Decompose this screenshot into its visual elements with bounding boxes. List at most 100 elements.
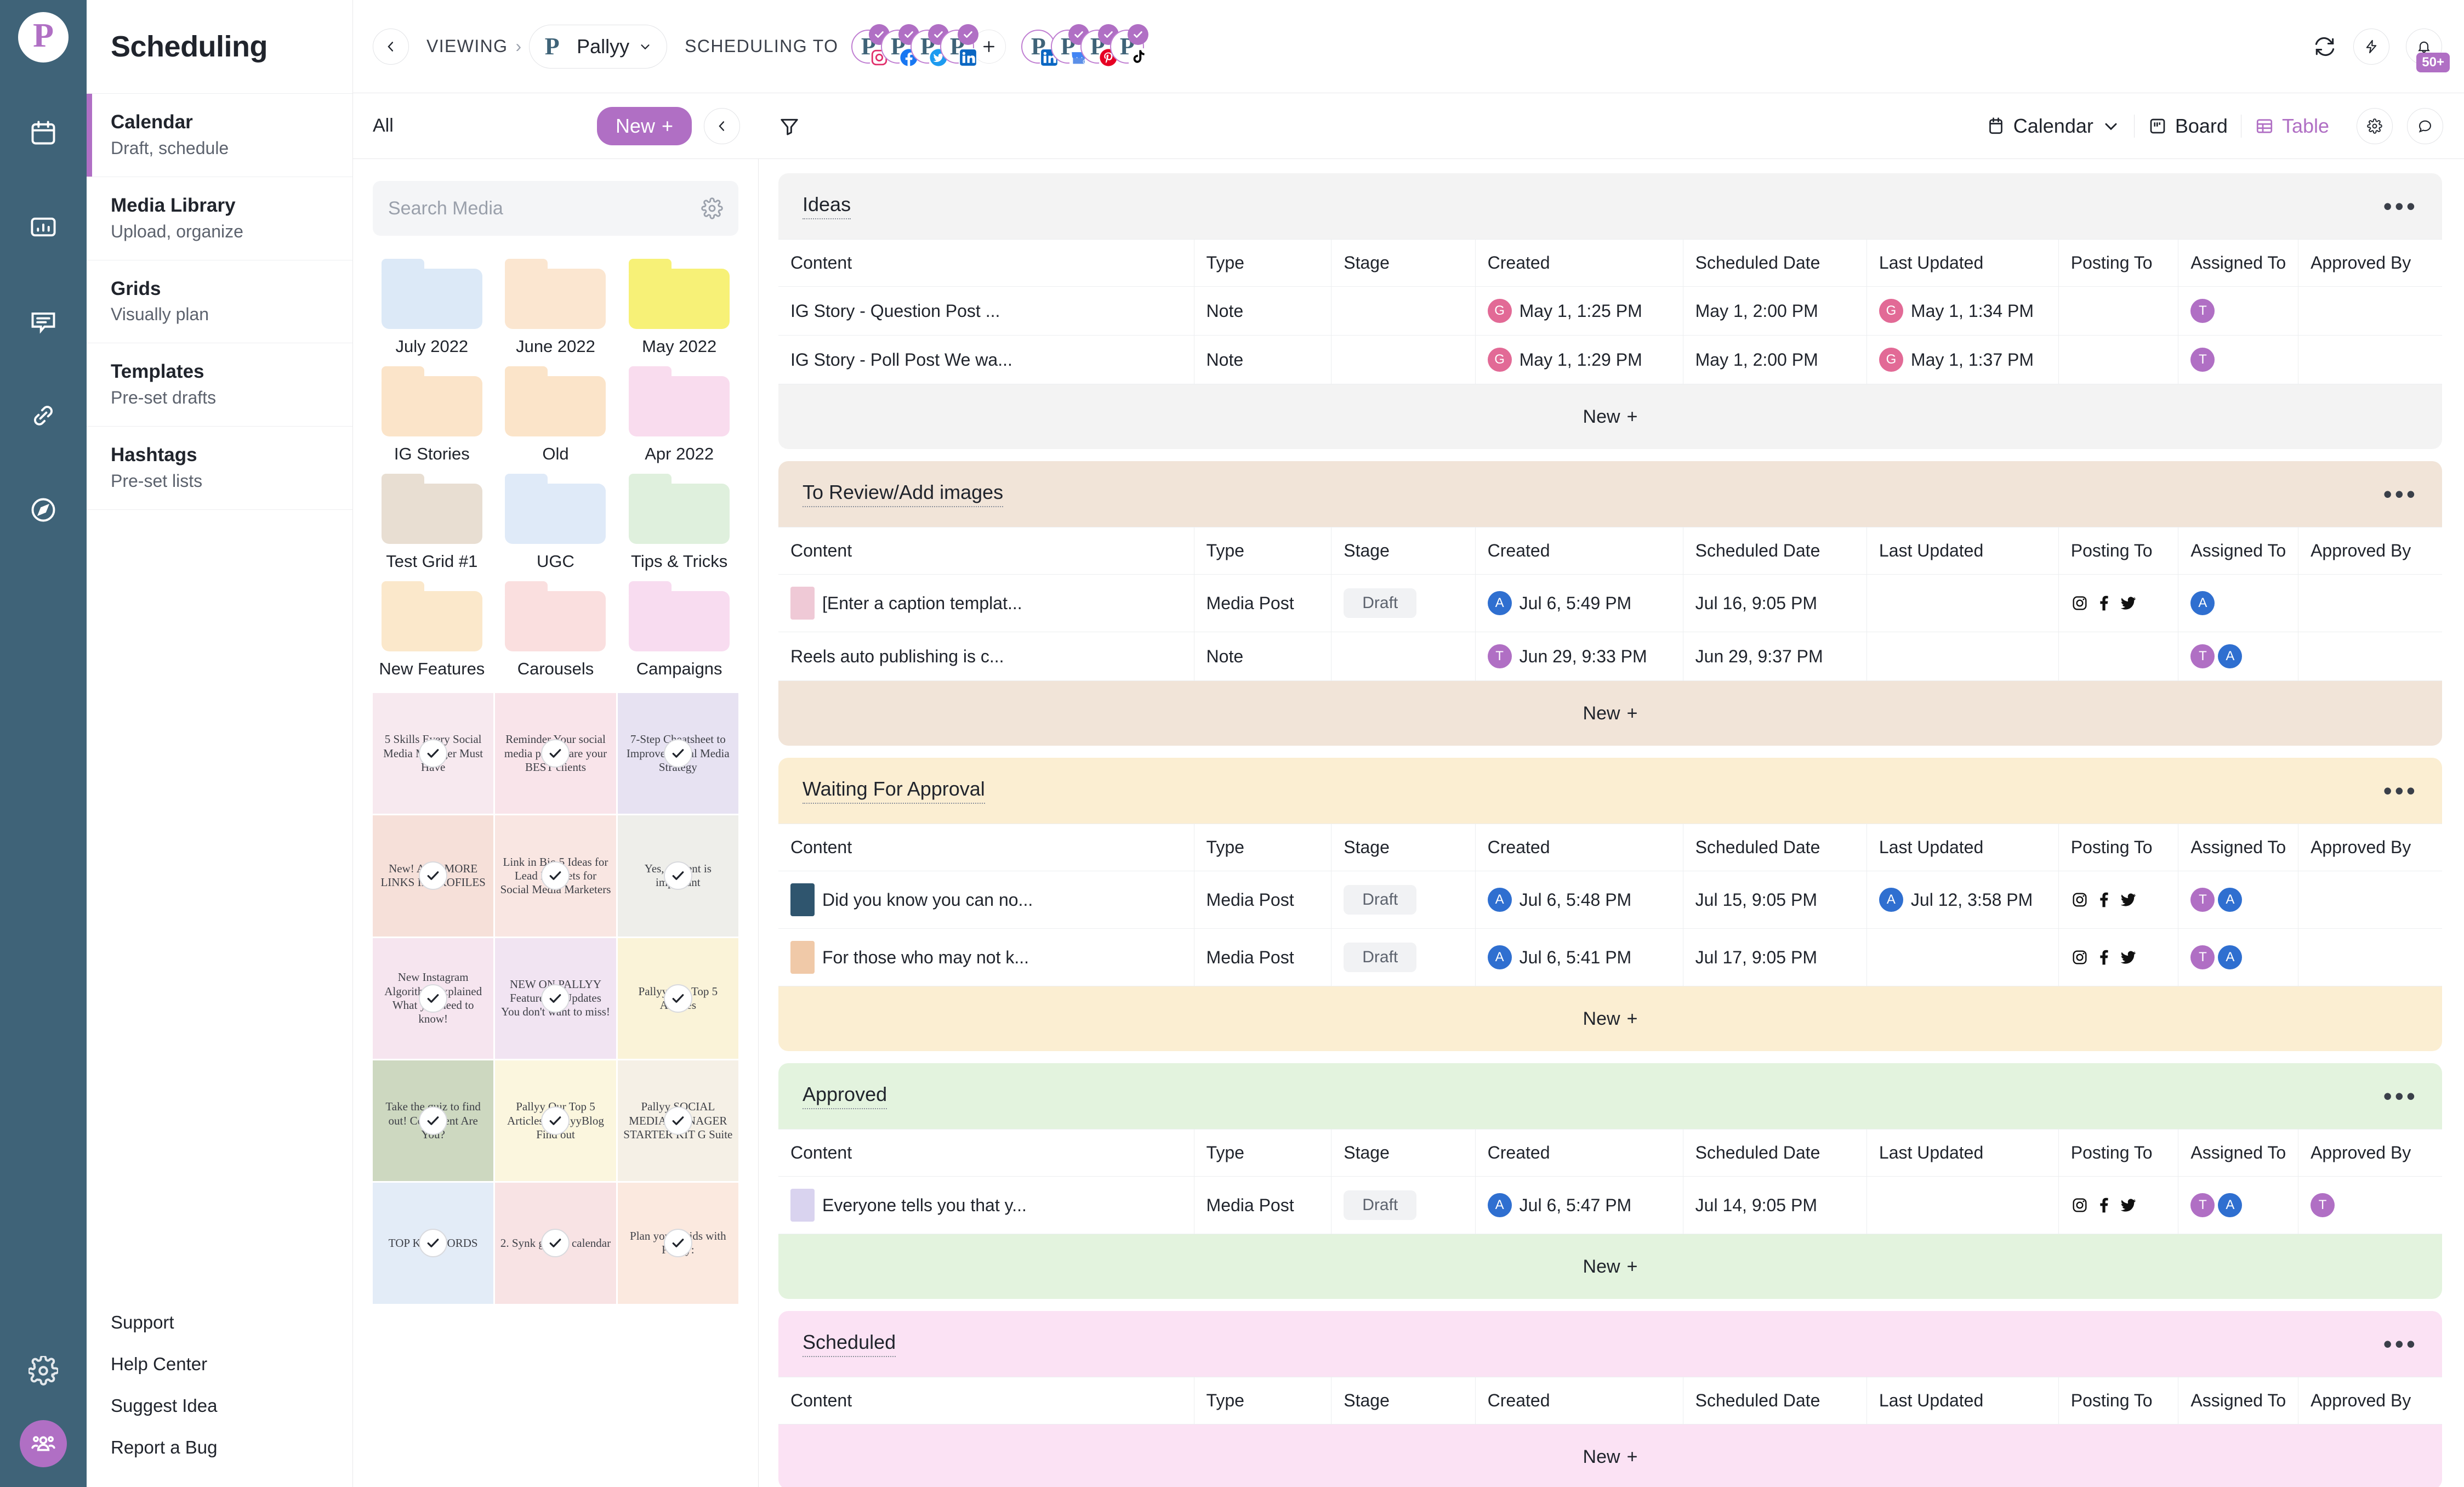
add-new-row-button[interactable]: New + xyxy=(778,384,2442,449)
cell-stage[interactable] xyxy=(1331,286,1476,336)
link-icon[interactable] xyxy=(16,388,71,443)
cell-created[interactable]: A Jul 6, 5:49 PM xyxy=(1475,574,1683,632)
selected-check-icon[interactable] xyxy=(663,1229,692,1258)
cell-last-updated[interactable]: G May 1, 1:34 PM xyxy=(1867,286,2059,336)
cell-approved-by[interactable] xyxy=(2298,632,2442,681)
media-folder[interactable]: IG Stories xyxy=(373,366,491,464)
column-header-created[interactable]: Created xyxy=(1475,1129,1683,1177)
sync-icon[interactable] xyxy=(2313,35,2337,59)
media-thumbnail[interactable]: Pallyy SOCIAL MEDIA MANAGER STARTER KIT … xyxy=(617,1060,738,1182)
column-header-posting-to[interactable]: Posting To xyxy=(2058,527,2179,575)
column-header-last-updated[interactable]: Last Updated xyxy=(1867,527,2059,575)
column-header-scheduled-date[interactable]: Scheduled Date xyxy=(1683,1129,1867,1177)
cell-posting-to[interactable] xyxy=(2058,1176,2179,1234)
group-title[interactable]: Scheduled xyxy=(803,1331,896,1357)
media-folder[interactable]: Tips & Tricks xyxy=(620,474,738,571)
group-title[interactable]: To Review/Add images xyxy=(803,481,1004,507)
column-header-content[interactable]: Content xyxy=(778,824,1194,871)
connected-account-pinterest[interactable]: P xyxy=(1080,24,1119,67)
column-header-created[interactable]: Created xyxy=(1475,527,1683,575)
connected-account-linkedin[interactable]: P xyxy=(940,24,979,67)
media-folder[interactable]: Campaigns xyxy=(620,581,738,679)
column-header-stage[interactable]: Stage xyxy=(1331,527,1476,575)
selected-check-icon[interactable] xyxy=(541,739,570,768)
account-selector[interactable]: P Pallyy xyxy=(529,24,668,69)
column-header-scheduled-date[interactable]: Scheduled Date xyxy=(1683,1377,1867,1424)
cell-stage[interactable] xyxy=(1331,632,1476,681)
cell-scheduled-date[interactable]: Jul 16, 9:05 PM xyxy=(1683,574,1867,632)
group-title[interactable]: Approved xyxy=(803,1083,887,1109)
team-avatar[interactable] xyxy=(20,1420,67,1467)
column-header-assigned-to[interactable]: Assigned To xyxy=(2178,239,2299,287)
view-tab-board[interactable]: Board xyxy=(2135,115,2241,138)
column-header-stage[interactable]: Stage xyxy=(1331,1377,1476,1424)
connected-account-instagram[interactable]: P xyxy=(851,24,890,67)
cell-approved-by[interactable] xyxy=(2298,928,2442,986)
more-options-icon[interactable]: ••• xyxy=(2383,481,2418,507)
table-row[interactable]: [Enter a caption templat... Media Post Dra… xyxy=(778,574,2442,632)
column-header-approved-by[interactable]: Approved By xyxy=(2298,239,2442,287)
column-header-posting-to[interactable]: Posting To xyxy=(2058,239,2179,287)
cell-stage[interactable]: Draft xyxy=(1331,574,1476,632)
table-row[interactable]: Did you know you can no... Media Post Draf… xyxy=(778,871,2442,929)
selected-check-icon[interactable] xyxy=(419,861,448,890)
column-header-type[interactable]: Type xyxy=(1194,239,1332,287)
filter-icon[interactable] xyxy=(778,115,800,137)
cell-content[interactable]: IG Story - Question Post ... xyxy=(778,286,1194,336)
connected-account-twitter[interactable]: P xyxy=(911,24,949,67)
search-input[interactable] xyxy=(388,197,701,219)
cell-created[interactable]: G May 1, 1:25 PM xyxy=(1475,286,1683,336)
cell-stage[interactable]: Draft xyxy=(1331,1176,1476,1234)
selected-check-icon[interactable] xyxy=(419,1229,448,1258)
column-header-last-updated[interactable]: Last Updated xyxy=(1867,239,2059,287)
cell-content[interactable]: [Enter a caption templat... xyxy=(778,574,1194,632)
new-button[interactable]: New + xyxy=(596,106,692,145)
media-thumbnail[interactable]: New Instagram Algorithm Explained What y… xyxy=(373,938,494,1059)
cell-type[interactable]: Media Post xyxy=(1194,1176,1332,1234)
table-row[interactable]: For those who may not k... Media Post Draf… xyxy=(778,928,2442,986)
cell-type[interactable]: Media Post xyxy=(1194,928,1332,986)
column-header-content[interactable]: Content xyxy=(778,1377,1194,1424)
cell-approved-by[interactable] xyxy=(2298,574,2442,632)
media-thumbnail[interactable]: NEW ON PALLYY Features & Updates You don… xyxy=(495,938,616,1059)
column-header-stage[interactable]: Stage xyxy=(1331,239,1476,287)
selected-check-icon[interactable] xyxy=(541,1106,570,1136)
column-header-posting-to[interactable]: Posting To xyxy=(2058,1377,2179,1424)
cell-type[interactable]: Note xyxy=(1194,335,1332,384)
view-tab-calendar[interactable]: Calendar xyxy=(1973,115,2134,138)
media-folder[interactable]: Apr 2022 xyxy=(620,366,738,464)
cell-scheduled-date[interactable]: Jun 29, 9:37 PM xyxy=(1683,632,1867,681)
help-link-support[interactable]: Support xyxy=(111,1302,352,1343)
media-thumbnail[interactable]: 2. Synk grid to calendar xyxy=(495,1183,616,1304)
cell-last-updated[interactable] xyxy=(1867,928,2059,986)
help-link-help-center[interactable]: Help Center xyxy=(111,1343,352,1385)
selected-check-icon[interactable] xyxy=(663,1106,692,1136)
connected-account-tiktok[interactable]: P xyxy=(1110,24,1149,67)
analytics-icon[interactable] xyxy=(16,200,71,254)
help-link-report-a-bug[interactable]: Report a Bug xyxy=(111,1427,352,1468)
column-header-content[interactable]: Content xyxy=(778,527,1194,575)
add-new-row-button[interactable]: New + xyxy=(778,986,2442,1051)
cell-approved-by[interactable] xyxy=(2298,335,2442,384)
cell-last-updated[interactable] xyxy=(1867,1176,2059,1234)
calendar-icon[interactable] xyxy=(16,105,71,160)
media-folder[interactable]: July 2022 xyxy=(373,259,491,356)
cell-assigned-to[interactable]: TA xyxy=(2178,632,2299,681)
column-header-approved-by[interactable]: Approved By xyxy=(2298,824,2442,871)
more-options-icon[interactable]: ••• xyxy=(2383,194,2418,219)
media-filter-all[interactable]: All xyxy=(373,115,394,137)
add-new-row-button[interactable]: New + xyxy=(778,1234,2442,1299)
column-header-created[interactable]: Created xyxy=(1475,239,1683,287)
connected-account-linkedin[interactable]: P xyxy=(1021,29,1059,67)
selected-check-icon[interactable] xyxy=(419,739,448,768)
media-thumbnail[interactable]: 7-Step Cheatsheet to Improve Social Medi… xyxy=(617,693,738,814)
cell-last-updated[interactable]: G May 1, 1:37 PM xyxy=(1867,335,2059,384)
group-title[interactable]: Ideas xyxy=(803,193,851,219)
column-header-content[interactable]: Content xyxy=(778,1129,1194,1177)
cell-last-updated[interactable] xyxy=(1867,574,2059,632)
cell-scheduled-date[interactable]: Jul 17, 9:05 PM xyxy=(1683,928,1867,986)
cell-stage[interactable] xyxy=(1331,335,1476,384)
more-options-icon[interactable]: ••• xyxy=(2383,1083,2418,1109)
bolt-icon[interactable] xyxy=(2353,28,2389,65)
cell-last-updated[interactable] xyxy=(1867,632,2059,681)
